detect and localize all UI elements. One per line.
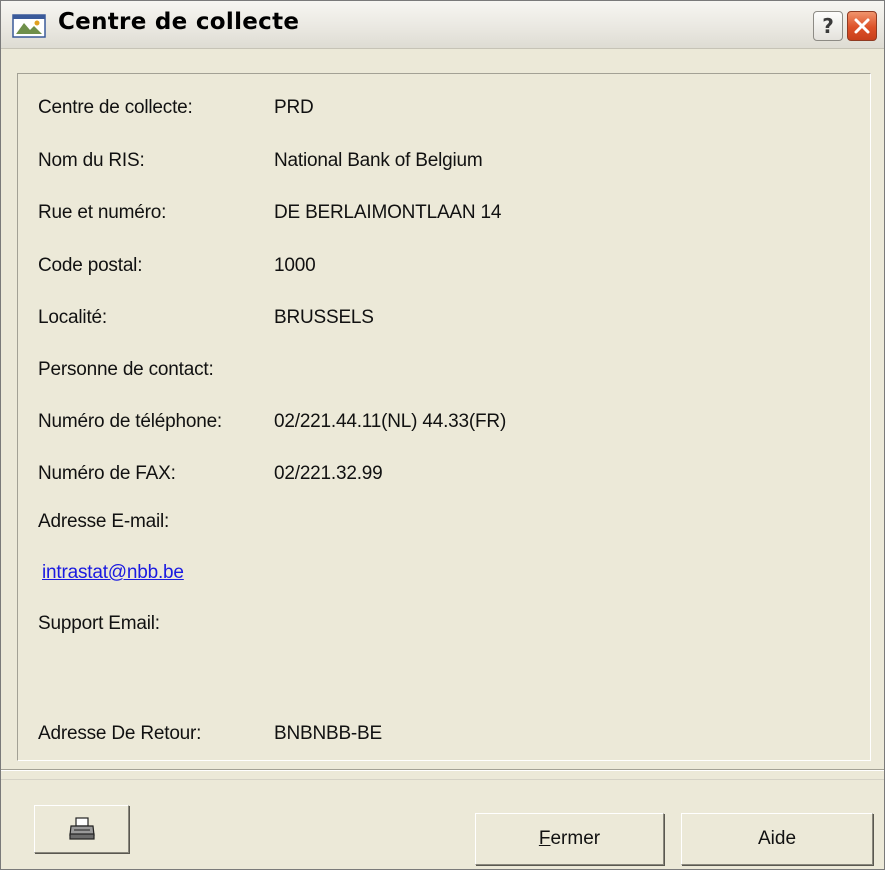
app-icon	[12, 14, 46, 38]
value-numero-de-fax: 02/221.32.99	[274, 463, 383, 484]
value-rue-et-numero: DE BERLAIMONTLAAN 14	[274, 202, 502, 223]
label-centre-de-collecte: Centre de collecte:	[38, 97, 193, 118]
title-bar[interactable]: Centre de collecte ?	[1, 1, 884, 49]
value-localite: BRUSSELS	[274, 307, 374, 328]
email-link[interactable]: intrastat@nbb.be	[42, 562, 184, 584]
label-localite: Localité:	[38, 307, 107, 328]
fermer-accelerator: F	[538, 828, 551, 849]
help-icon: ?	[822, 14, 834, 38]
label-rue-et-numero: Rue et numéro:	[38, 202, 167, 223]
label-adresse-de-retour: Adresse De Retour:	[38, 723, 202, 744]
value-numero-de-telephone: 02/221.44.11(NL) 44.33(FR)	[274, 411, 507, 432]
value-adresse-de-retour: BNBNBB-BE	[274, 723, 383, 744]
value-nom-du-ris: National Bank of Belgium	[274, 150, 483, 171]
label-support-email: Support Email:	[38, 613, 160, 634]
close-button[interactable]	[847, 11, 877, 41]
label-numero-de-fax: Numéro de FAX:	[38, 463, 176, 484]
divider	[1, 779, 884, 780]
label-nom-du-ris: Nom du RIS:	[38, 150, 145, 171]
print-button[interactable]	[34, 805, 129, 853]
window-title: Centre de collecte	[58, 9, 300, 35]
label-adresse-email: Adresse E-mail:	[38, 511, 170, 532]
fermer-label: ermer	[550, 828, 601, 849]
divider	[1, 769, 884, 771]
aide-button[interactable]: Aide	[681, 813, 873, 865]
value-code-postal: 1000	[274, 255, 316, 276]
help-button[interactable]: ?	[813, 11, 843, 41]
label-code-postal: Code postal:	[38, 255, 143, 276]
label-numero-de-telephone: Numéro de téléphone:	[38, 411, 223, 432]
label-personne-de-contact: Personne de contact:	[38, 359, 214, 380]
close-icon	[854, 18, 870, 34]
printer-icon	[68, 817, 95, 840]
aide-label: Aide	[757, 828, 797, 849]
fermer-button[interactable]: Fermer	[475, 813, 664, 865]
dialog-window: Centre de collecte ? Centre de collecte:…	[0, 0, 885, 870]
value-centre-de-collecte: PRD	[274, 97, 314, 118]
